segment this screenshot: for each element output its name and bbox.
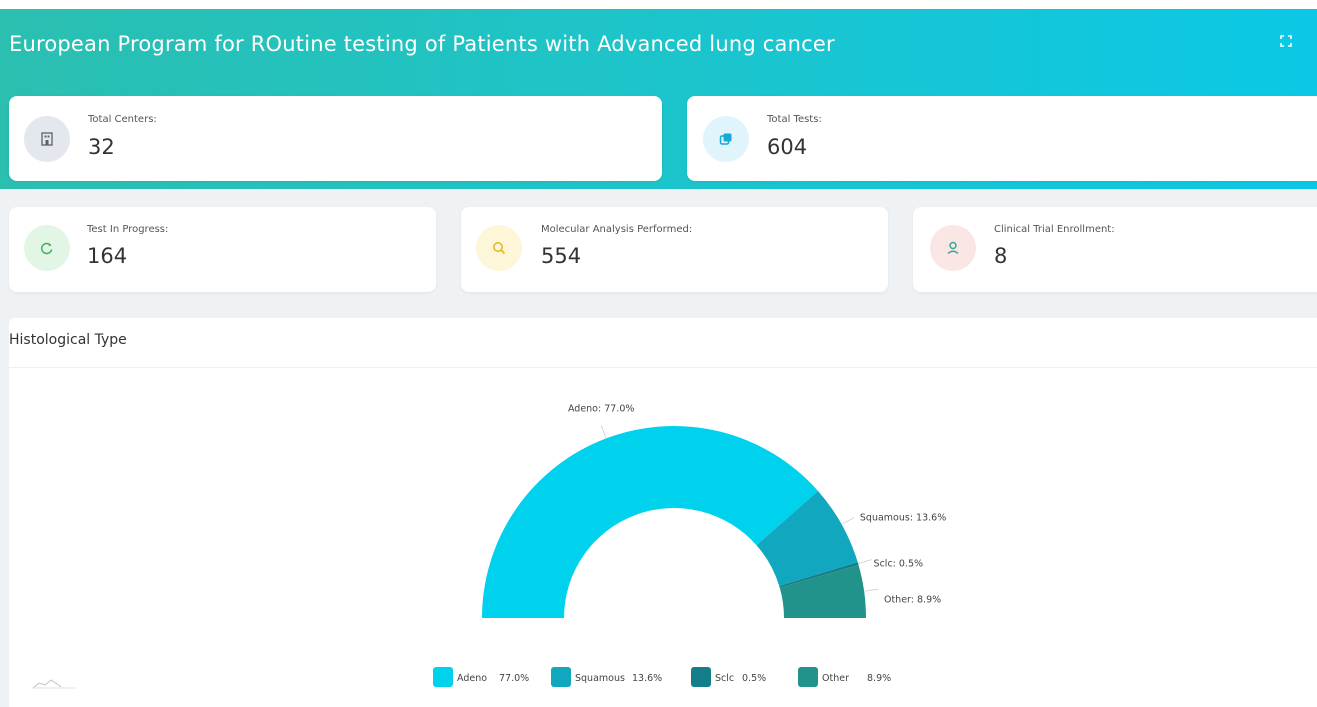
user-icon [930, 225, 976, 271]
clinical-trial-card: Clinical Trial Enrollment: 8 [913, 207, 1317, 292]
fullscreen-button[interactable] [1278, 33, 1294, 49]
clinical-trial-value: 8 [994, 244, 1008, 268]
building-icon [24, 116, 70, 162]
molecular-analysis-card: Molecular Analysis Performed: 554 [461, 207, 888, 292]
legend-label-other[interactable]: Other [822, 673, 849, 684]
legend-value-adeno: 77.0% [499, 673, 529, 684]
top-edge [0, 0, 1317, 9]
legend-value-sclc: 0.5% [742, 673, 766, 684]
total-tests-value: 604 [767, 135, 808, 159]
chart-zoom-icon[interactable] [31, 676, 79, 690]
total-centers-value: 32 [88, 135, 115, 159]
molecular-analysis-value: 554 [541, 244, 582, 268]
legend-label-squamous[interactable]: Squamous [575, 673, 625, 684]
slice-leader-line [864, 588, 879, 592]
fullscreen-icon [1280, 35, 1292, 47]
total-centers-card: Total Centers: 32 [9, 96, 662, 181]
legend-label-sclc[interactable]: Sclc [715, 673, 734, 684]
clinical-trial-label: Clinical Trial Enrollment: [994, 224, 1115, 235]
total-centers-label: Total Centers: [88, 114, 157, 125]
slice-label-other: Other: 8.9% [884, 594, 941, 605]
search-icon [476, 225, 522, 271]
slice-leader-line [858, 559, 872, 564]
slice-label-sclc: Sclc: 0.5% [874, 559, 923, 570]
total-tests-card: Total Tests: 604 [687, 96, 1317, 181]
tests-in-progress-card: Test In Progress: 164 [9, 207, 436, 292]
slice-label-squamous: Squamous: 13.6% [860, 513, 946, 524]
legend-value-other: 8.9% [867, 673, 891, 684]
page-title: European Program for ROutine testing of … [9, 32, 835, 56]
legend-label-adeno[interactable]: Adeno [457, 673, 487, 684]
tests-in-progress-value: 164 [87, 244, 128, 268]
legend-swatch-other[interactable] [798, 667, 818, 687]
histology-chart: Adeno: 77.0% Squamous: 13.6% Sclc: 0.5% Oth… [433, 403, 946, 687]
slice-label-adeno: Adeno: 77.0% [568, 403, 634, 414]
slice-leader-line [600, 425, 607, 439]
molecular-analysis-label: Molecular Analysis Performed: [541, 224, 693, 235]
histological-type-panel: Histological Type Adeno: 77.0% Squamous: … [9, 318, 1317, 707]
legend-swatch-sclc[interactable] [691, 667, 711, 687]
legend-swatch-squamous[interactable] [551, 667, 571, 687]
legend-value-squamous: 13.6% [632, 673, 662, 684]
slice-leader-line [841, 517, 855, 525]
total-tests-label: Total Tests: [767, 114, 822, 125]
tests-in-progress-label: Test In Progress: [87, 224, 169, 235]
legend-swatch-adeno[interactable] [433, 667, 453, 687]
slice-adeno[interactable] [482, 426, 819, 618]
refresh-icon [24, 225, 70, 271]
copy-icon [703, 116, 749, 162]
